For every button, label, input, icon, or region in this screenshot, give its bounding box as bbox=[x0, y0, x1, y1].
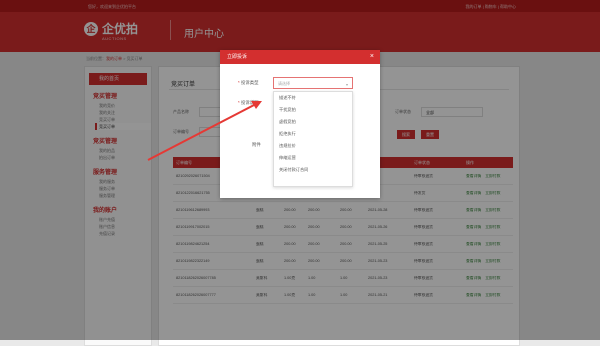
arrow-line bbox=[147, 103, 257, 161]
arrow-annotation bbox=[147, 101, 262, 161]
